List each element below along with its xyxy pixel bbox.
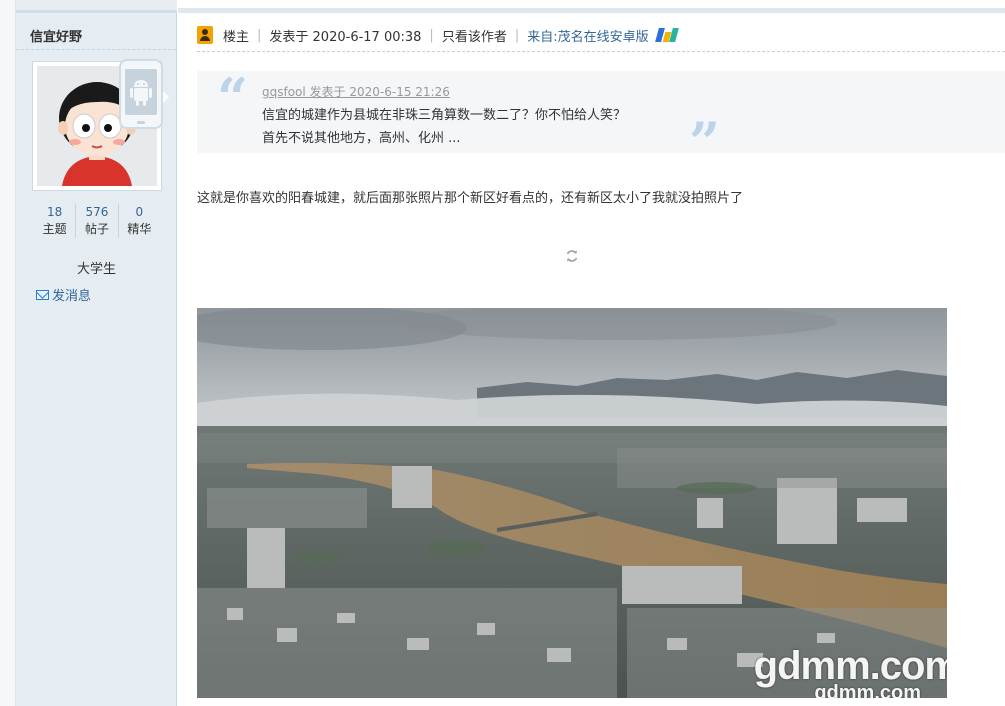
quote-line: 信宜的城建作为县城在非珠三角算数一数二了？你不怕给人笑？	[262, 108, 627, 123]
source-link[interactable]: 来自:茂名在线安卓版	[527, 26, 648, 45]
author-stats: 18 主题 576 帖子 0 精华	[34, 204, 160, 238]
divider	[16, 49, 176, 50]
stat-value[interactable]: 576	[76, 204, 117, 220]
stat-label: 精华	[127, 222, 152, 236]
stat-label: 帖子	[84, 222, 109, 236]
only-author-link[interactable]: 只看该作者	[442, 26, 507, 45]
stat-label: 主题	[42, 222, 67, 236]
avatar-pointer	[162, 90, 169, 104]
post-top-border	[178, 8, 1005, 13]
forum-post-page: 信宜好野 18 主题 576 帖子 0 精华 大学生 发消息 楼主 | 发表于 …	[0, 0, 1005, 706]
left-gutter	[0, 0, 16, 706]
post-time: 发表于 2020-6-17 00:38	[269, 29, 422, 45]
android-phone-icon	[119, 59, 163, 129]
author-name[interactable]: 信宜好野	[30, 26, 82, 45]
stat-threads[interactable]: 18 主题	[34, 204, 77, 238]
refresh-icon[interactable]	[565, 249, 579, 263]
quote-close-icon: ”	[689, 110, 721, 174]
stat-value[interactable]: 0	[119, 204, 160, 220]
divider	[197, 51, 1005, 52]
post-body-text: 这就是你喜欢的阳春城建，就后面那张照片那个新区好看点的，还有新区太小了我就没拍照…	[197, 191, 744, 206]
send-message-link[interactable]: 发消息	[36, 285, 91, 304]
post-meta-bar: 楼主 | 发表于 2020-6-17 00:38 | 只看该作者 | 来自:茂名…	[197, 24, 679, 46]
app-logo-icon[interactable]	[654, 28, 679, 42]
author-badge-icon	[197, 26, 213, 44]
stat-digest[interactable]: 0 精华	[119, 204, 160, 238]
quote-source-link[interactable]: gqsfool 发表于 2020-6-15 21:26	[262, 83, 450, 100]
mail-icon	[36, 289, 49, 300]
post-photo[interactable]: gdmm.com gdmm.com	[197, 308, 947, 698]
android-logo-icon	[130, 80, 152, 106]
separator: |	[257, 27, 262, 43]
quote-open-icon: “	[217, 66, 249, 130]
stat-value[interactable]: 18	[34, 204, 75, 220]
stat-posts[interactable]: 576 帖子	[76, 204, 119, 238]
separator: |	[429, 27, 434, 43]
separator: |	[514, 27, 520, 43]
aerial-city-photo	[197, 308, 947, 698]
send-message-label: 发消息	[52, 289, 92, 304]
user-group: 大学生	[76, 262, 116, 277]
author-sidebar: 信宜好野 18 主题 576 帖子 0 精华 大学生 发消息	[16, 0, 177, 706]
quote-line: 首先不说其他地方，高州、化州 ...	[262, 131, 461, 146]
quote-block: “ gqsfool 发表于 2020-6-15 21:26 信宜的城建作为县城在…	[197, 66, 1005, 169]
thread-starter-label: 楼主	[223, 29, 250, 45]
sidebar-top-bar	[16, 0, 177, 13]
